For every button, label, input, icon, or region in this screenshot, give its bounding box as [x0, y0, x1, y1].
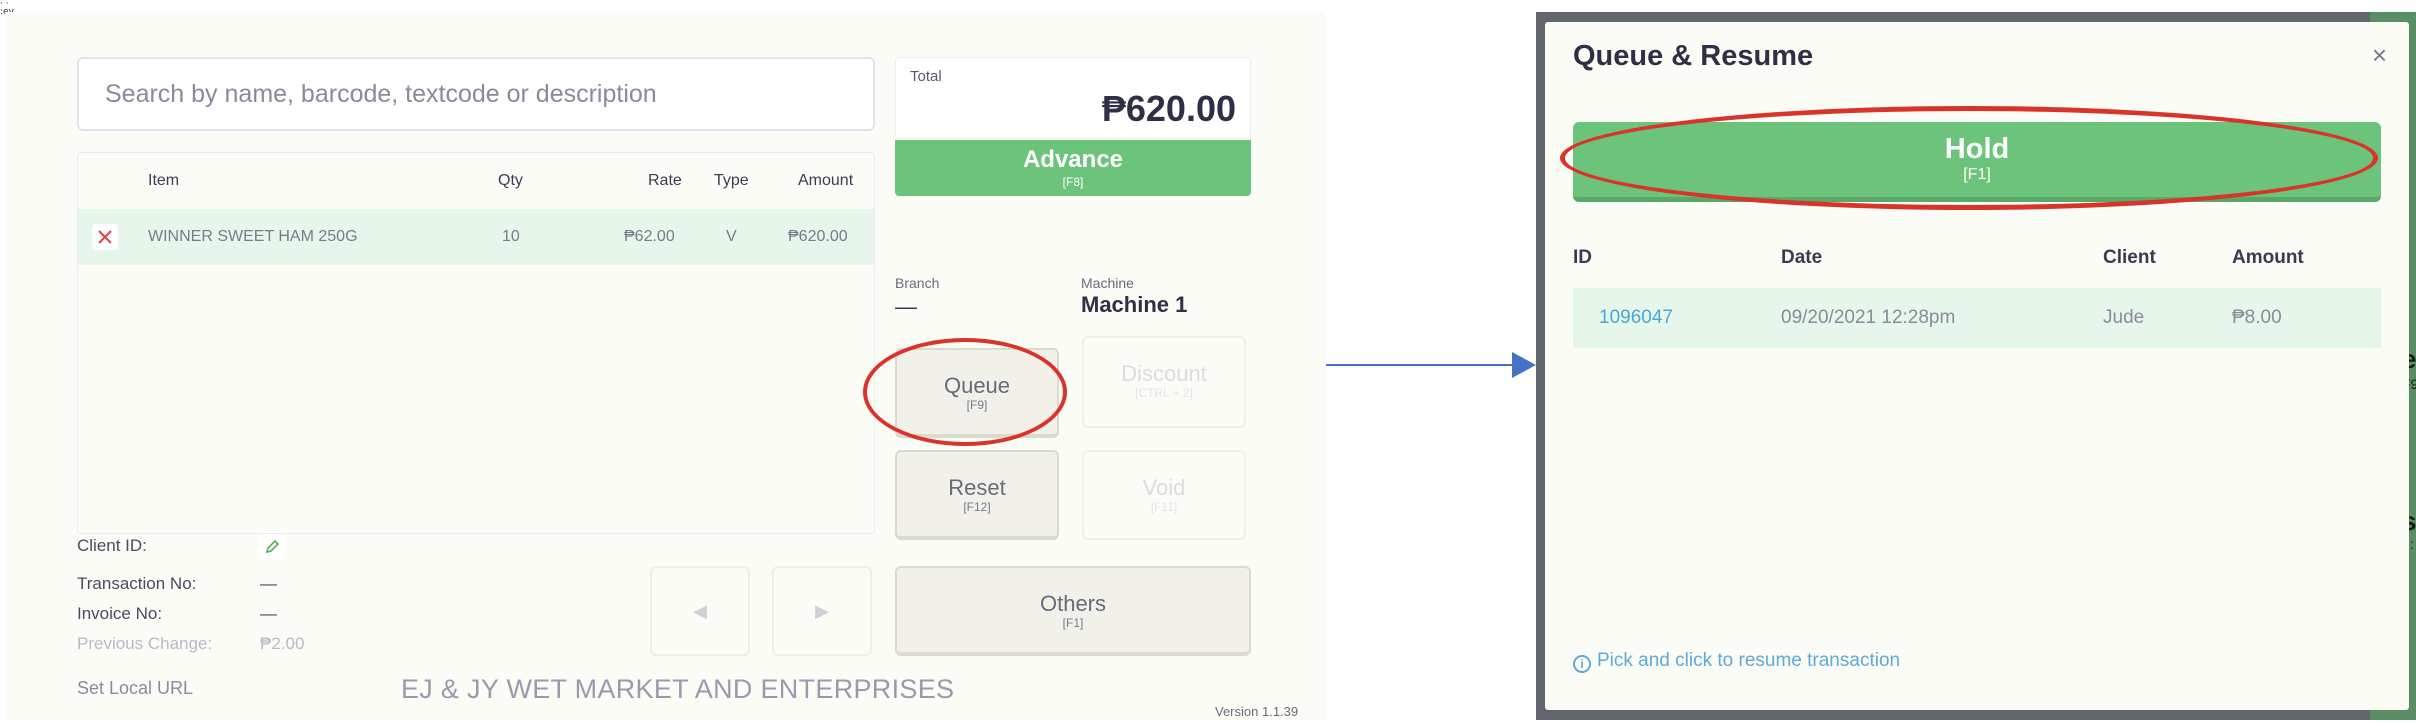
- header-date: Date: [1781, 247, 1823, 268]
- advance-shortcut: [F8]: [1062, 175, 1084, 189]
- reset-shortcut: [F12]: [963, 500, 991, 514]
- header-client: Client: [2103, 247, 2156, 268]
- reset-button[interactable]: Reset [F12]: [895, 450, 1059, 540]
- row-amount: ₱8.00: [2232, 307, 2282, 328]
- arrow-head-icon: [1512, 352, 1536, 378]
- total-label: Total: [910, 68, 942, 85]
- header-rate: Rate: [648, 172, 682, 189]
- close-icon[interactable]: ×: [2372, 40, 2387, 71]
- invoice-no-value: —: [260, 604, 277, 623]
- chevron-left-icon: ◀: [693, 601, 707, 621]
- resume-hint-text: Pick and click to resume transaction: [1597, 650, 1901, 671]
- machine-label: Machine: [1081, 275, 1134, 291]
- table-row[interactable]: 1096047 09/20/2021 12:28pm Jude ₱8.00: [1573, 288, 2381, 348]
- others-button[interactable]: Others [F1]: [895, 566, 1251, 656]
- invoice-no-label: Invoice No:: [77, 604, 163, 623]
- next-page-button[interactable]: ▶: [772, 566, 872, 656]
- row-date: 09/20/2021 12:28pm: [1781, 307, 1956, 328]
- header-amount: Amount: [2232, 247, 2304, 268]
- void-shortcut: [F11]: [1150, 500, 1178, 514]
- header-id: ID: [1573, 247, 1592, 268]
- resume-hint: i Pick and click to resume transaction: [1573, 650, 1900, 673]
- row-type: V: [726, 228, 737, 245]
- edit-client-button[interactable]: [259, 534, 285, 560]
- transaction-no-value: —: [260, 574, 277, 593]
- chevron-right-icon: ▶: [815, 601, 829, 621]
- previous-change-label: Previous Change:: [77, 634, 213, 653]
- advance-label: Advance: [1022, 146, 1124, 173]
- row-item: WINNER SWEET HAM 250G: [148, 228, 358, 245]
- table-row[interactable]: WINNER SWEET HAM 250G 10 ₱62.00 V ₱620.0…: [78, 209, 874, 265]
- header-type: Type: [714, 172, 749, 189]
- previous-change-value: ₱2.00: [260, 634, 305, 653]
- others-shortcut: [F1]: [1062, 616, 1084, 630]
- row-client: Jude: [2103, 307, 2145, 328]
- total-value: ₱620.00: [1101, 88, 1236, 129]
- info-icon: i: [1573, 655, 1591, 673]
- set-local-url-link[interactable]: Set Local URL: [77, 678, 193, 699]
- version-label: Version 1.1.39 (V1): [1215, 704, 1299, 720]
- discount-label: Discount: [1121, 361, 1207, 386]
- reset-label: Reset: [948, 475, 1006, 500]
- row-amount: ₱620.00: [788, 228, 848, 245]
- void-button[interactable]: Void [F11]: [1082, 450, 1246, 540]
- hold-highlight-ring: [1560, 106, 2378, 210]
- branch-value: —: [895, 294, 917, 319]
- search-input[interactable]: Search by name, barcode, textcode or des…: [77, 57, 875, 131]
- prev-page-button[interactable]: ◀: [650, 566, 750, 656]
- close-icon: [98, 230, 112, 244]
- others-label: Others: [1039, 591, 1107, 616]
- company-name: EJ & JY WET MARKET AND ENTERPRISES: [401, 674, 955, 704]
- queue-table-header: ID Date Client Amount: [1573, 228, 2381, 288]
- machine-value: Machine 1: [1081, 292, 1188, 317]
- row-id-link[interactable]: 1096047: [1599, 288, 1673, 348]
- cart-table-header: Item Qty Rate Type Amount: [78, 153, 874, 209]
- modal-title: Queue & Resume: [1573, 40, 1814, 72]
- header-item: Item: [148, 172, 180, 189]
- right-arrow-icon: [1326, 364, 1516, 366]
- header-qty: Qty: [498, 172, 523, 189]
- row-rate: ₱62.00: [624, 228, 675, 245]
- void-label: Void: [1142, 475, 1186, 500]
- transaction-no-label: Transaction No:: [77, 574, 197, 593]
- client-id-label: Client ID:: [77, 536, 147, 555]
- branch-label: Branch: [895, 275, 940, 291]
- row-qty: 10: [502, 228, 520, 245]
- pencil-icon: [265, 539, 280, 554]
- discount-shortcut: [CTRL + 2]: [1135, 386, 1193, 400]
- pos-screen: Search by name, barcode, textcode or des…: [5, 12, 1325, 720]
- cart-table: Item Qty Rate Type Amount WINNER SWEET H…: [77, 152, 875, 534]
- advance-button[interactable]: Advance [F8]: [895, 140, 1251, 196]
- header-amount: Amount: [798, 172, 854, 189]
- total-panel: Total ₱620.00: [895, 57, 1251, 139]
- queue-highlight-ring: [863, 338, 1067, 446]
- discount-button[interactable]: Discount [CTRL + 2]: [1082, 336, 1246, 428]
- remove-item-button[interactable]: [92, 224, 118, 250]
